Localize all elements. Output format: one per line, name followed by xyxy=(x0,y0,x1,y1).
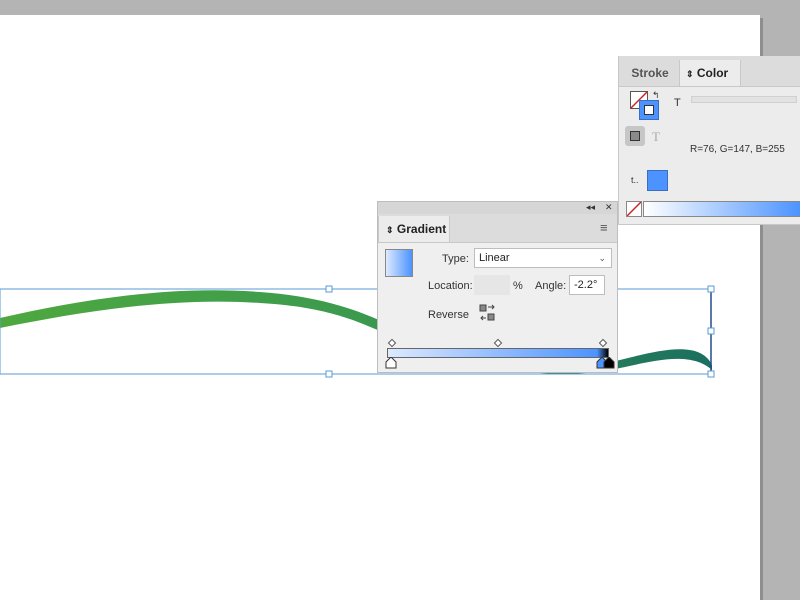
location-input[interactable] xyxy=(474,275,510,295)
gradient-panel: ◂◂ ✕ ⇕ Gradient ≡ Type: Linear ⌄ Locatio… xyxy=(377,201,618,373)
handle-top-right xyxy=(707,285,715,293)
panel-menu-icon[interactable]: ≡ xyxy=(600,220,608,235)
text-t-icon: T xyxy=(652,129,660,144)
midpoint-diamond-right[interactable] xyxy=(598,338,608,348)
handle-bottom-right xyxy=(707,370,715,378)
type-label: Type: xyxy=(442,253,469,265)
swap-icon[interactable]: ↰ xyxy=(652,90,660,101)
color-panel: Stroke ⇕ Color ↰ T T R=76, G=147, B=255 … xyxy=(618,56,800,225)
midpoint-diamond-left[interactable] xyxy=(387,338,397,348)
handle-bottom-middle xyxy=(325,370,333,378)
midpoint-diamond[interactable] xyxy=(493,338,503,348)
location-label: Location: xyxy=(428,280,473,292)
handle-top-middle xyxy=(325,285,333,293)
gradient-thumbnail[interactable] xyxy=(385,249,413,277)
fill-stroke-proxy[interactable] xyxy=(630,91,659,120)
handle-middle-right xyxy=(707,327,715,335)
small-label: t.. xyxy=(631,175,639,185)
tab-reorder-icon: ⇕ xyxy=(386,225,394,235)
none-color-icon[interactable] xyxy=(626,201,642,217)
tint-slider[interactable] xyxy=(691,96,797,103)
color-stop-end[interactable] xyxy=(603,356,615,369)
reverse-label: Reverse xyxy=(428,309,469,321)
location-unit: % xyxy=(513,280,523,292)
chevron-down-icon: ⌄ xyxy=(598,253,606,263)
type-select[interactable]: Linear ⌄ xyxy=(474,248,612,268)
tab-reorder-icon: ⇕ xyxy=(686,69,694,79)
close-icon[interactable]: ✕ xyxy=(605,202,613,213)
gradient-panel-controlbar: ◂◂ ✕ xyxy=(378,202,617,214)
gradient-slider[interactable] xyxy=(387,348,609,358)
rgb-readout: R=76, G=147, B=255 xyxy=(690,144,785,155)
gradient-panel-tabbar: ⇕ Gradient ≡ xyxy=(378,214,617,243)
tint-label: T xyxy=(674,97,681,109)
tab-gradient[interactable]: ⇕ Gradient xyxy=(378,216,450,242)
tab-color[interactable]: ⇕ Color xyxy=(679,60,741,86)
reverse-gradient-icon[interactable] xyxy=(479,304,497,322)
apply-color-icon[interactable] xyxy=(625,126,645,146)
collapse-icon[interactable]: ◂◂ xyxy=(586,202,595,213)
tab-stroke[interactable]: Stroke xyxy=(623,60,677,86)
angle-input[interactable]: -2.2° xyxy=(569,275,605,295)
color-panel-tabbar: Stroke ⇕ Color xyxy=(619,56,800,87)
color-ramp[interactable] xyxy=(643,201,800,217)
color-stop-start[interactable] xyxy=(385,356,397,369)
current-color-swatch[interactable] xyxy=(647,170,668,191)
angle-label: Angle: xyxy=(535,280,567,292)
fill-swatch-icon[interactable] xyxy=(639,100,659,120)
